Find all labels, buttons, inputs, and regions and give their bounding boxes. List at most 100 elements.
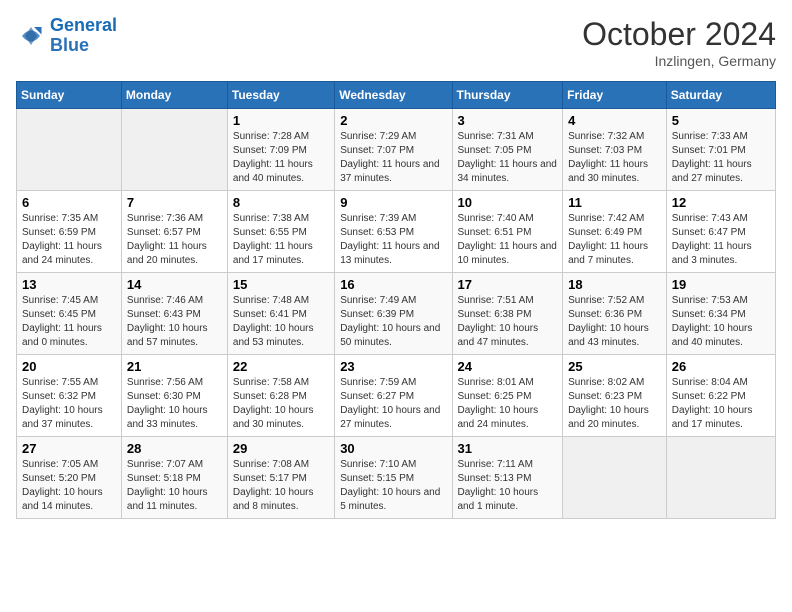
day-info: Sunrise: 7:32 AMSunset: 7:03 PMDaylight:… xyxy=(568,130,661,186)
day-number: 30 xyxy=(340,441,446,456)
calendar-cell: 21Sunrise: 7:56 AMSunset: 6:30 PMDayligh… xyxy=(121,355,227,437)
logo: General Blue xyxy=(16,16,117,56)
calendar-table: SundayMondayTuesdayWednesdayThursdayFrid… xyxy=(16,81,776,519)
day-info: Sunrise: 7:59 AMSunset: 6:27 PMDaylight:… xyxy=(340,376,446,432)
day-info: Sunrise: 8:01 AMSunset: 6:25 PMDaylight:… xyxy=(458,376,558,432)
day-number: 20 xyxy=(22,359,116,374)
calendar-cell: 4 Sunrise: 7:32 AMSunset: 7:03 PMDaylight… xyxy=(563,109,667,191)
calendar-cell: 1Sunrise: 7:28 AMSunset: 7:09 PMDaylight… xyxy=(227,109,334,191)
calendar-week-row: 6Sunrise: 7:35 AMSunset: 6:59 PMDaylight… xyxy=(17,191,776,273)
day-number: 22 xyxy=(233,359,329,374)
calendar-cell xyxy=(17,109,122,191)
title-block: October 2024 Inzlingen, Germany xyxy=(582,16,776,69)
day-info: Sunrise: 7:11 AMSunset: 5:13 PMDaylight:… xyxy=(458,458,558,514)
calendar-week-row: 1Sunrise: 7:28 AMSunset: 7:09 PMDaylight… xyxy=(17,109,776,191)
calendar-cell: 11 Sunrise: 7:42 AMSunset: 6:49 PMDayligh… xyxy=(563,191,667,273)
weekday-header: Wednesday xyxy=(335,82,452,109)
logo-text: General Blue xyxy=(50,16,117,56)
day-number: 24 xyxy=(458,359,558,374)
day-number: 31 xyxy=(458,441,558,456)
calendar-cell: 14 Sunrise: 7:46 AMSunset: 6:43 PMDayligh… xyxy=(121,273,227,355)
day-info: Sunrise: 7:07 AMSunset: 5:18 PMDaylight:… xyxy=(127,458,222,514)
day-info: Sunrise: 7:31 AMSunset: 7:05 PMDaylight:… xyxy=(458,130,558,186)
day-info: Sunrise: 7:40 AMSunset: 6:51 PMDaylight:… xyxy=(458,212,558,268)
calendar-cell: 29Sunrise: 7:08 AMSunset: 5:17 PMDayligh… xyxy=(227,437,334,519)
calendar-week-row: 20 Sunrise: 7:55 AMSunset: 6:32 PMDayligh… xyxy=(17,355,776,437)
day-info: Sunrise: 7:49 AMSunset: 6:39 PMDaylight:… xyxy=(340,294,446,350)
day-info: Sunrise: 7:55 AMSunset: 6:32 PMDaylight:… xyxy=(22,376,116,432)
calendar-cell: 31 Sunrise: 7:11 AMSunset: 5:13 PMDayligh… xyxy=(452,437,563,519)
calendar-cell: 27 Sunrise: 7:05 AMSunset: 5:20 PMDayligh… xyxy=(17,437,122,519)
day-number: 28 xyxy=(127,441,222,456)
calendar-cell: 9 Sunrise: 7:39 AMSunset: 6:53 PMDaylight… xyxy=(335,191,452,273)
day-number: 2 xyxy=(340,113,446,128)
weekday-header: Friday xyxy=(563,82,667,109)
day-number: 14 xyxy=(127,277,222,292)
day-number: 27 xyxy=(22,441,116,456)
day-info: Sunrise: 7:42 AMSunset: 6:49 PMDaylight:… xyxy=(568,212,661,268)
day-info: Sunrise: 7:29 AMSunset: 7:07 PMDaylight:… xyxy=(340,130,446,186)
day-info: Sunrise: 7:48 AMSunset: 6:41 PMDaylight:… xyxy=(233,294,329,350)
calendar-cell: 6Sunrise: 7:35 AMSunset: 6:59 PMDaylight… xyxy=(17,191,122,273)
calendar-cell: 20 Sunrise: 7:55 AMSunset: 6:32 PMDayligh… xyxy=(17,355,122,437)
day-number: 3 xyxy=(458,113,558,128)
weekday-header: Thursday xyxy=(452,82,563,109)
weekday-header: Monday xyxy=(121,82,227,109)
calendar-cell: 17Sunrise: 7:51 AMSunset: 6:38 PMDayligh… xyxy=(452,273,563,355)
calendar-cell xyxy=(121,109,227,191)
day-number: 8 xyxy=(233,195,329,210)
calendar-cell: 25Sunrise: 8:02 AMSunset: 6:23 PMDayligh… xyxy=(563,355,667,437)
day-info: Sunrise: 7:53 AMSunset: 6:34 PMDaylight:… xyxy=(672,294,770,350)
page-header: General Blue October 2024 Inzlingen, Ger… xyxy=(16,16,776,69)
day-number: 17 xyxy=(458,277,558,292)
day-number: 26 xyxy=(672,359,770,374)
calendar-cell: 30 Sunrise: 7:10 AMSunset: 5:15 PMDayligh… xyxy=(335,437,452,519)
day-number: 23 xyxy=(340,359,446,374)
calendar-cell: 3 Sunrise: 7:31 AMSunset: 7:05 PMDaylight… xyxy=(452,109,563,191)
day-number: 6 xyxy=(22,195,116,210)
calendar-cell: 15Sunrise: 7:48 AMSunset: 6:41 PMDayligh… xyxy=(227,273,334,355)
calendar-cell: 7 Sunrise: 7:36 AMSunset: 6:57 PMDaylight… xyxy=(121,191,227,273)
day-info: Sunrise: 7:52 AMSunset: 6:36 PMDaylight:… xyxy=(568,294,661,350)
day-info: Sunrise: 7:43 AMSunset: 6:47 PMDaylight:… xyxy=(672,212,770,268)
calendar-cell xyxy=(563,437,667,519)
day-number: 16 xyxy=(340,277,446,292)
day-info: Sunrise: 7:28 AMSunset: 7:09 PMDaylight:… xyxy=(233,130,329,186)
day-info: Sunrise: 7:39 AMSunset: 6:53 PMDaylight:… xyxy=(340,212,446,268)
day-info: Sunrise: 7:38 AMSunset: 6:55 PMDaylight:… xyxy=(233,212,329,268)
day-info: Sunrise: 8:04 AMSunset: 6:22 PMDaylight:… xyxy=(672,376,770,432)
calendar-cell: 16 Sunrise: 7:49 AMSunset: 6:39 PMDayligh… xyxy=(335,273,452,355)
day-number: 13 xyxy=(22,277,116,292)
calendar-cell: 24 Sunrise: 8:01 AMSunset: 6:25 PMDayligh… xyxy=(452,355,563,437)
day-info: Sunrise: 7:05 AMSunset: 5:20 PMDaylight:… xyxy=(22,458,116,514)
day-info: Sunrise: 7:33 AMSunset: 7:01 PMDaylight:… xyxy=(672,130,770,186)
day-info: Sunrise: 7:36 AMSunset: 6:57 PMDaylight:… xyxy=(127,212,222,268)
day-number: 7 xyxy=(127,195,222,210)
day-info: Sunrise: 7:10 AMSunset: 5:15 PMDaylight:… xyxy=(340,458,446,514)
logo-icon xyxy=(16,21,46,51)
day-info: Sunrise: 7:46 AMSunset: 6:43 PMDaylight:… xyxy=(127,294,222,350)
day-info: Sunrise: 7:45 AMSunset: 6:45 PMDaylight:… xyxy=(22,294,116,350)
calendar-cell: 28 Sunrise: 7:07 AMSunset: 5:18 PMDayligh… xyxy=(121,437,227,519)
calendar-cell: 5 Sunrise: 7:33 AMSunset: 7:01 PMDaylight… xyxy=(666,109,775,191)
weekday-header-row: SundayMondayTuesdayWednesdayThursdayFrid… xyxy=(17,82,776,109)
day-info: Sunrise: 7:08 AMSunset: 5:17 PMDaylight:… xyxy=(233,458,329,514)
calendar-cell: 26 Sunrise: 8:04 AMSunset: 6:22 PMDayligh… xyxy=(666,355,775,437)
calendar-cell: 12 Sunrise: 7:43 AMSunset: 6:47 PMDayligh… xyxy=(666,191,775,273)
calendar-cell: 19Sunrise: 7:53 AMSunset: 6:34 PMDayligh… xyxy=(666,273,775,355)
calendar-cell: 23 Sunrise: 7:59 AMSunset: 6:27 PMDayligh… xyxy=(335,355,452,437)
day-number: 9 xyxy=(340,195,446,210)
day-number: 12 xyxy=(672,195,770,210)
calendar-cell: 8 Sunrise: 7:38 AMSunset: 6:55 PMDaylight… xyxy=(227,191,334,273)
day-number: 10 xyxy=(458,195,558,210)
day-number: 11 xyxy=(568,195,661,210)
month-title: October 2024 xyxy=(582,16,776,53)
calendar-cell: 22Sunrise: 7:58 AMSunset: 6:28 PMDayligh… xyxy=(227,355,334,437)
calendar-week-row: 13 Sunrise: 7:45 AMSunset: 6:45 PMDayligh… xyxy=(17,273,776,355)
day-number: 4 xyxy=(568,113,661,128)
day-number: 5 xyxy=(672,113,770,128)
day-number: 18 xyxy=(568,277,661,292)
day-info: Sunrise: 7:56 AMSunset: 6:30 PMDaylight:… xyxy=(127,376,222,432)
location-subtitle: Inzlingen, Germany xyxy=(582,53,776,69)
day-info: Sunrise: 8:02 AMSunset: 6:23 PMDaylight:… xyxy=(568,376,661,432)
